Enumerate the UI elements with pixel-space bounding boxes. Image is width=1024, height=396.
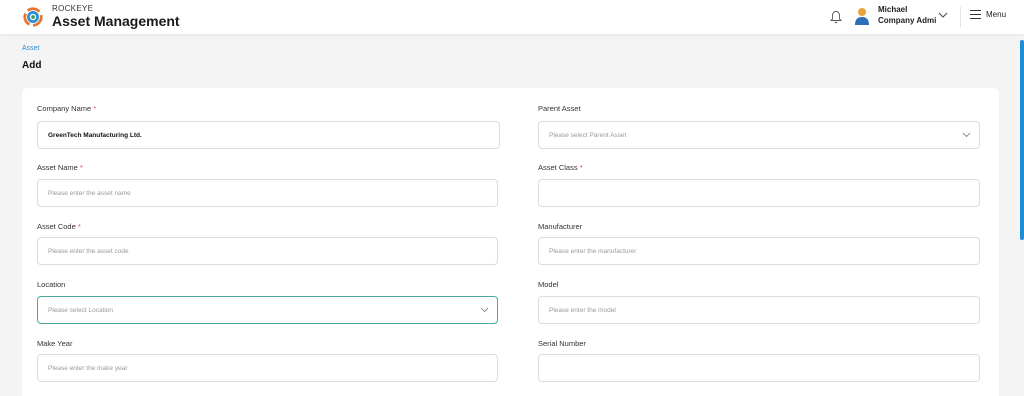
- chevron-down-icon: [480, 307, 489, 313]
- company-name-label: Company Name *: [37, 104, 97, 113]
- location-select[interactable]: Please select Location: [37, 296, 498, 324]
- parent-asset-label: Parent Asset: [538, 104, 581, 113]
- model-input[interactable]: Please enter the model: [538, 296, 980, 324]
- parent-asset-placeholder: Please select Parent Asset: [549, 131, 627, 139]
- make-year-label: Make Year: [37, 339, 73, 348]
- user-role[interactable]: Company Admi: [878, 16, 936, 25]
- manufacturer-input[interactable]: Please enter the manufacturer: [538, 237, 980, 265]
- avatar-icon[interactable]: [853, 6, 871, 26]
- brand-tagline: ROCKEYE: [52, 4, 94, 13]
- location-label: Location: [37, 280, 66, 289]
- model-placeholder: Please enter the model: [549, 306, 616, 314]
- manufacturer-placeholder: Please enter the manufacturer: [549, 247, 637, 255]
- asset-code-label: Asset Code *: [37, 222, 81, 231]
- asset-class-input[interactable]: [538, 179, 980, 207]
- asset-name-input[interactable]: Please enter the asset name: [37, 179, 498, 207]
- chevron-down-icon[interactable]: [937, 10, 949, 20]
- manufacturer-label: Manufacturer: [538, 222, 583, 231]
- menu-label: Menu: [986, 10, 1007, 19]
- asset-class-label: Asset Class *: [538, 163, 583, 172]
- scrollbar-thumb[interactable]: [1020, 40, 1024, 240]
- make-year-input[interactable]: Please enter the make year: [37, 354, 498, 382]
- app-title: Asset Management: [52, 13, 180, 29]
- divider: [960, 7, 961, 27]
- asset-code-input[interactable]: Please enter the asset code: [37, 237, 498, 265]
- company-name-value: GreenTech Manufacturing Ltd.: [48, 131, 142, 139]
- company-name-field[interactable]: GreenTech Manufacturing Ltd.: [37, 121, 500, 149]
- user-name[interactable]: Michael: [878, 5, 907, 14]
- menu-button[interactable]: Menu: [970, 10, 1006, 19]
- serial-number-label: Serial Number: [538, 339, 586, 348]
- make-year-placeholder: Please enter the make year: [48, 364, 128, 372]
- logo-icon[interactable]: [22, 6, 44, 28]
- location-placeholder: Please select Location: [48, 306, 114, 314]
- asset-code-placeholder: Please enter the asset code: [48, 247, 129, 255]
- hamburger-icon: [970, 10, 981, 19]
- parent-asset-select[interactable]: Please select Parent Asset: [538, 121, 980, 149]
- bell-icon[interactable]: [830, 10, 842, 24]
- breadcrumb-asset[interactable]: Asset: [22, 45, 40, 52]
- page-title: Add: [22, 60, 42, 71]
- form-card: Company Name * GreenTech Manufacturing L…: [22, 88, 999, 396]
- chevron-down-icon: [962, 132, 971, 138]
- model-label: Model: [538, 280, 559, 289]
- asset-name-placeholder: Please enter the asset name: [48, 189, 131, 197]
- top-bar: ROCKEYE Asset Management Michael Company…: [0, 0, 1024, 34]
- serial-number-input[interactable]: [538, 354, 980, 382]
- asset-name-label: Asset Name *: [37, 163, 83, 172]
